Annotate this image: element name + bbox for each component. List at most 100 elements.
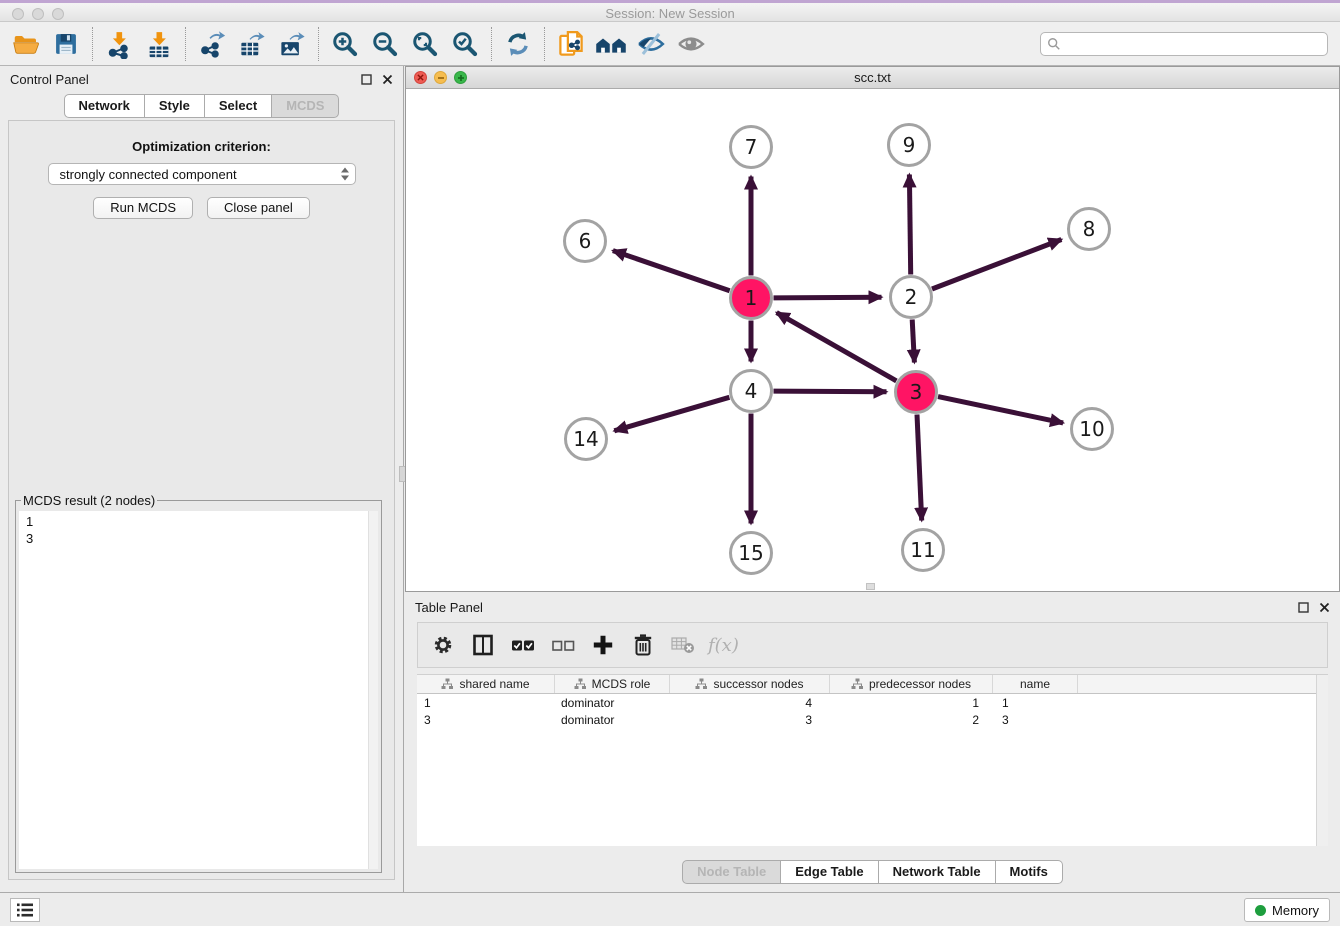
tab-mcds[interactable]: MCDS [272,94,339,118]
network-view-titlebar[interactable]: scc.txt [406,67,1339,89]
table-cell: 1 [417,696,555,710]
mcds-result-box: MCDS result (2 nodes) 13 [15,493,382,873]
task-history-button[interactable] [10,898,40,922]
table-cell: 2 [830,713,993,727]
graph-node-label-10: 10 [1079,417,1104,441]
table-scrollbar[interactable] [1316,675,1328,846]
mcds-result-list[interactable]: 13 [19,511,378,547]
search-field[interactable] [1040,32,1328,56]
show-all-button[interactable] [671,25,711,63]
tree-icon [574,678,587,690]
window-titlebar: Session: New Session [0,0,1340,22]
graph-edge-2-3[interactable] [912,320,914,363]
tab-edge-table[interactable]: Edge Table [781,860,878,884]
table-cell: 4 [670,696,830,710]
graph-edge-2-8[interactable] [932,240,1061,290]
node-table: shared name MCDS role successor nodes pr… [417,674,1328,846]
eye-icon [676,29,706,59]
duplicate-network-icon [556,29,586,59]
column-header-name[interactable]: name [993,675,1078,693]
select-all-icon [510,633,536,657]
graph-edge-4-14[interactable] [614,397,729,431]
mcds-result-line: 1 [26,513,378,530]
export-table-button[interactable] [232,25,272,63]
duplicate-network-button[interactable] [551,25,591,63]
zoom-fit-button[interactable] [405,25,445,63]
import-table-icon [144,29,174,59]
eye-slash-icon [636,29,666,59]
first-neighbors-button[interactable] [591,25,631,63]
graph-node-label-6: 6 [579,229,592,253]
tree-icon [695,678,708,690]
table-cell: 3 [417,713,555,727]
tab-select[interactable]: Select [205,94,272,118]
close-panel-icon[interactable] [382,74,393,85]
optimization-criterion-select[interactable]: strongly connected component [48,163,356,185]
close-panel-button[interactable]: Close panel [207,197,310,219]
graph-edge-4-3[interactable] [774,391,887,392]
optimization-criterion-value: strongly connected component [60,167,237,182]
optimization-criterion-label: Optimization criterion: [9,139,394,154]
float-panel-icon[interactable] [361,74,372,85]
tab-style[interactable]: Style [145,94,205,118]
export-image-button[interactable] [272,25,312,63]
close-table-panel-icon[interactable] [1319,602,1330,613]
toolbar-separator [544,27,545,61]
table-tabs: Node Table Edge Table Network Table Moti… [405,860,1340,884]
table-body: 1dominator4113dominator323 [417,694,1328,728]
tab-network-table[interactable]: Network Table [879,860,996,884]
column-header-predecessor-nodes[interactable]: predecessor nodes [830,675,993,693]
function-builder-button[interactable]: f(x) [708,630,739,660]
tab-node-table[interactable]: Node Table [682,860,781,884]
save-session-button[interactable] [46,25,86,63]
tab-network[interactable]: Network [64,94,145,118]
graph-edge-1-2[interactable] [774,297,882,298]
graph-edge-3-11[interactable] [917,415,922,521]
trash-icon [631,632,655,658]
run-mcds-button[interactable]: Run MCDS [93,197,193,219]
toolbar-separator [92,27,93,61]
mcds-result-title: MCDS result (2 nodes) [21,493,157,508]
graph-edge-3-10[interactable] [938,397,1063,423]
graph-node-label-11: 11 [910,538,935,562]
memory-label: Memory [1272,903,1319,918]
column-view-button[interactable] [468,630,498,660]
zoom-out-button[interactable] [365,25,405,63]
table-settings-button[interactable] [428,630,458,660]
refresh-button[interactable] [498,25,538,63]
zoom-selected-button[interactable] [445,25,485,63]
graph-edge-2-9[interactable] [909,175,910,275]
tab-motifs[interactable]: Motifs [996,860,1063,884]
status-bar: Memory [0,892,1340,926]
table-row[interactable]: 1dominator411 [417,694,1328,711]
column-header-mcds-role[interactable]: MCDS role [555,675,670,693]
delete-table-button[interactable] [668,630,698,660]
result-scrollbar[interactable] [368,511,378,869]
memory-status-icon [1255,905,1266,916]
canvas-grip[interactable] [866,583,875,590]
zoom-in-button[interactable] [325,25,365,63]
select-stepper-icon [339,166,351,182]
network-canvas[interactable]: 7968124314101511 [406,89,1339,591]
table-cell: 1 [993,696,1078,710]
network-graph[interactable]: 7968124314101511 [406,89,1339,591]
search-input[interactable] [1061,37,1321,51]
delete-column-button[interactable] [628,630,658,660]
graph-edge-3-1[interactable] [777,313,897,381]
graph-edge-1-6[interactable] [613,251,730,291]
table-row[interactable]: 3dominator323 [417,711,1328,728]
import-table-button[interactable] [139,25,179,63]
memory-button[interactable]: Memory [1244,898,1330,922]
select-all-button[interactable] [508,630,538,660]
add-column-button[interactable] [588,630,618,660]
hide-selected-button[interactable] [631,25,671,63]
deselect-all-button[interactable] [548,630,578,660]
column-header-shared-name[interactable]: shared name [417,675,555,693]
import-network-button[interactable] [99,25,139,63]
graph-node-label-4: 4 [745,379,758,403]
column-header-successor-nodes[interactable]: successor nodes [670,675,830,693]
control-panel-title: Control Panel [10,72,89,87]
float-table-panel-icon[interactable] [1298,602,1309,613]
export-network-button[interactable] [192,25,232,63]
open-session-button[interactable] [6,25,46,63]
